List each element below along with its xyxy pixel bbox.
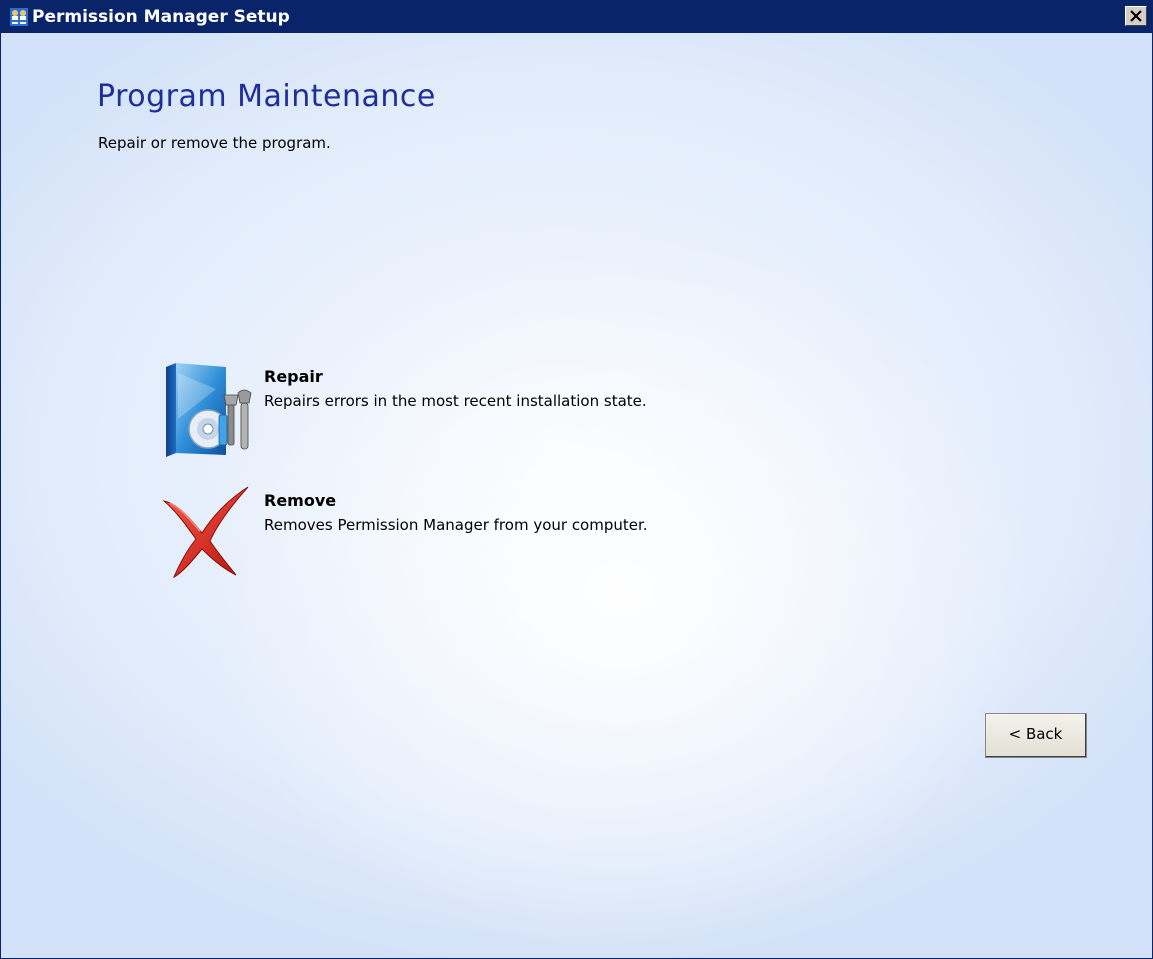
people-installer-icon (10, 8, 28, 26)
page-subtitle: Repair or remove the program. (98, 134, 331, 152)
close-x-icon (1130, 10, 1142, 22)
remove-description: Removes Permission Manager from your com… (264, 516, 648, 534)
repair-title: Repair (264, 367, 323, 386)
repair-option[interactable]: Repair Repairs errors in the most recent… (156, 359, 856, 459)
wizard-content: Program Maintenance Repair or remove the… (1, 33, 1152, 958)
repair-description: Repairs errors in the most recent instal… (264, 392, 647, 410)
red-x-remove-icon[interactable] (156, 483, 256, 587)
page-title: Program Maintenance (97, 79, 436, 114)
repair-cd-tools-icon[interactable] (156, 359, 256, 463)
remove-option[interactable]: Remove Removes Permission Manager from y… (156, 483, 856, 583)
setup-window: Permission Manager Setup Program Mainten… (0, 0, 1153, 959)
remove-title: Remove (264, 491, 337, 510)
window-title: Permission Manager Setup (32, 7, 290, 27)
close-button[interactable] (1125, 6, 1147, 26)
title-bar[interactable]: Permission Manager Setup (1, 1, 1152, 33)
back-button[interactable]: < Back (985, 713, 1087, 758)
